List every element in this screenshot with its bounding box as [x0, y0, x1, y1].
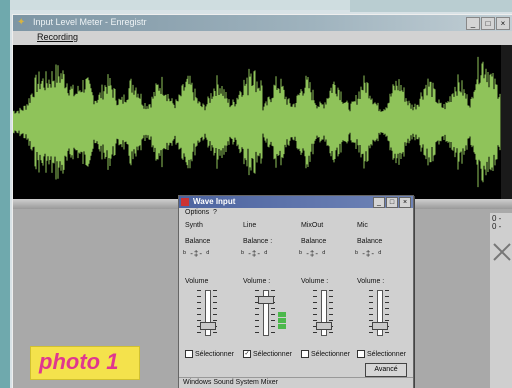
level-segment — [278, 318, 286, 323]
right-meter-panel: 0 - 0 - — [490, 213, 512, 388]
dialog-minimize-button[interactable]: _ — [373, 197, 385, 208]
volume-slider[interactable] — [200, 322, 216, 331]
waveform-trace — [13, 56, 501, 188]
channel-name: MixOut — [301, 222, 324, 229]
cross-icon — [493, 243, 511, 261]
balance-slider[interactable]: ᵇ -‡- ᵈ — [241, 249, 291, 261]
menubar: Recording — [13, 31, 512, 45]
balance-slider[interactable]: ᵇ -‡- ᵈ — [355, 249, 405, 261]
dialog-statusbar: Windows Sound System Mixer — [179, 377, 413, 388]
balance-label: Balance — [185, 238, 211, 245]
menu-help[interactable]: ? — [213, 209, 217, 216]
app-icon: ✦ — [17, 17, 26, 28]
channel-mic: Mic Balance ᵇ -‡- ᵈ Volume : Sélectionne… — [355, 222, 411, 372]
window-title: Input Level Meter - Enregistr — [33, 17, 147, 27]
menu-options[interactable]: Options — [185, 209, 209, 216]
select-label: Sélectionner — [195, 350, 234, 358]
balance-label: Balance — [301, 238, 327, 245]
channel-name: Line — [243, 222, 257, 229]
volume-slider[interactable] — [258, 295, 274, 304]
wave-input-dialog: Wave Input _ □ × Options ? Synth Balance… — [178, 195, 414, 388]
main-titlebar[interactable]: ✦ Input Level Meter - Enregistr _ □ × — [13, 15, 512, 31]
waveform-svg — [13, 56, 501, 188]
right-panel-label: 0 - 0 - — [492, 215, 501, 231]
select-checkbox[interactable]: ✓ — [243, 350, 251, 358]
status-text: Windows Sound System Mixer — [183, 379, 278, 386]
waveform-side-panel — [501, 45, 512, 199]
screenshot-scene: ✦ Input Level Meter - Enregistr _ □ × Re… — [0, 0, 512, 388]
level-segment — [278, 324, 286, 329]
volume-label: Volume : — [301, 278, 329, 285]
channel-name: Mic — [357, 222, 368, 229]
select-checkbox-row[interactable]: Sélectionner — [301, 350, 350, 358]
dialog-titlebar[interactable]: Wave Input _ □ × — [179, 196, 413, 208]
minimize-button[interactable]: _ — [466, 17, 480, 30]
select-checkbox-row[interactable]: Sélectionner — [185, 350, 234, 358]
balance-slider[interactable]: ᵇ -‡- ᵈ — [299, 249, 349, 261]
page-background-tab — [350, 0, 512, 12]
page-background-left — [0, 0, 10, 388]
channel-name: Synth — [185, 222, 203, 229]
dialog-icon — [181, 198, 189, 206]
select-checkbox-row[interactable]: Sélectionner — [357, 350, 406, 358]
menu-recording[interactable]: Recording — [37, 32, 78, 42]
dialog-maximize-button[interactable]: □ — [386, 197, 398, 208]
close-button[interactable]: × — [496, 17, 510, 30]
dialog-title: Wave Input — [193, 197, 236, 206]
volume-slider[interactable] — [372, 322, 388, 331]
level-segment — [278, 312, 286, 317]
balance-label: Balance : — [243, 238, 273, 245]
waveform-display — [13, 45, 501, 199]
select-checkbox[interactable] — [185, 350, 193, 358]
volume-label: Volume : — [243, 278, 271, 285]
select-label: Sélectionner — [367, 350, 406, 358]
channel-synth: Synth Balance ᵇ -‡- ᵈ Volume Sélectionne… — [183, 222, 239, 372]
channel-line: Line Balance : ᵇ -‡- ᵈ Volume : ✓ Sélecti… — [241, 222, 297, 372]
maximize-button[interactable]: □ — [481, 17, 495, 30]
advanced-button[interactable]: Avancé — [365, 363, 407, 377]
window-controls: _ □ × — [466, 17, 510, 30]
right-label-mid: 0 - — [492, 222, 502, 231]
dialog-close-button[interactable]: × — [399, 197, 411, 208]
balance-slider[interactable]: ᵇ -‡- ᵈ — [183, 249, 233, 261]
volume-label: Volume : — [357, 278, 385, 285]
select-label: Sélectionner — [253, 350, 292, 358]
select-checkbox[interactable] — [357, 350, 365, 358]
photo-caption-text: photo 1 — [39, 349, 119, 374]
volume-slider[interactable] — [316, 322, 332, 331]
select-checkbox-row[interactable]: ✓ Sélectionner — [243, 350, 292, 358]
dialog-controls: _ □ × — [373, 197, 411, 208]
select-checkbox[interactable] — [301, 350, 309, 358]
balance-label: Balance — [357, 238, 383, 245]
channel-mixout: MixOut Balance ᵇ -‡- ᵈ Volume : Sélectio… — [299, 222, 355, 372]
volume-label: Volume — [185, 278, 209, 285]
photo-caption: photo 1 — [30, 346, 140, 380]
select-label: Sélectionner — [311, 350, 350, 358]
level-meter — [278, 312, 286, 334]
